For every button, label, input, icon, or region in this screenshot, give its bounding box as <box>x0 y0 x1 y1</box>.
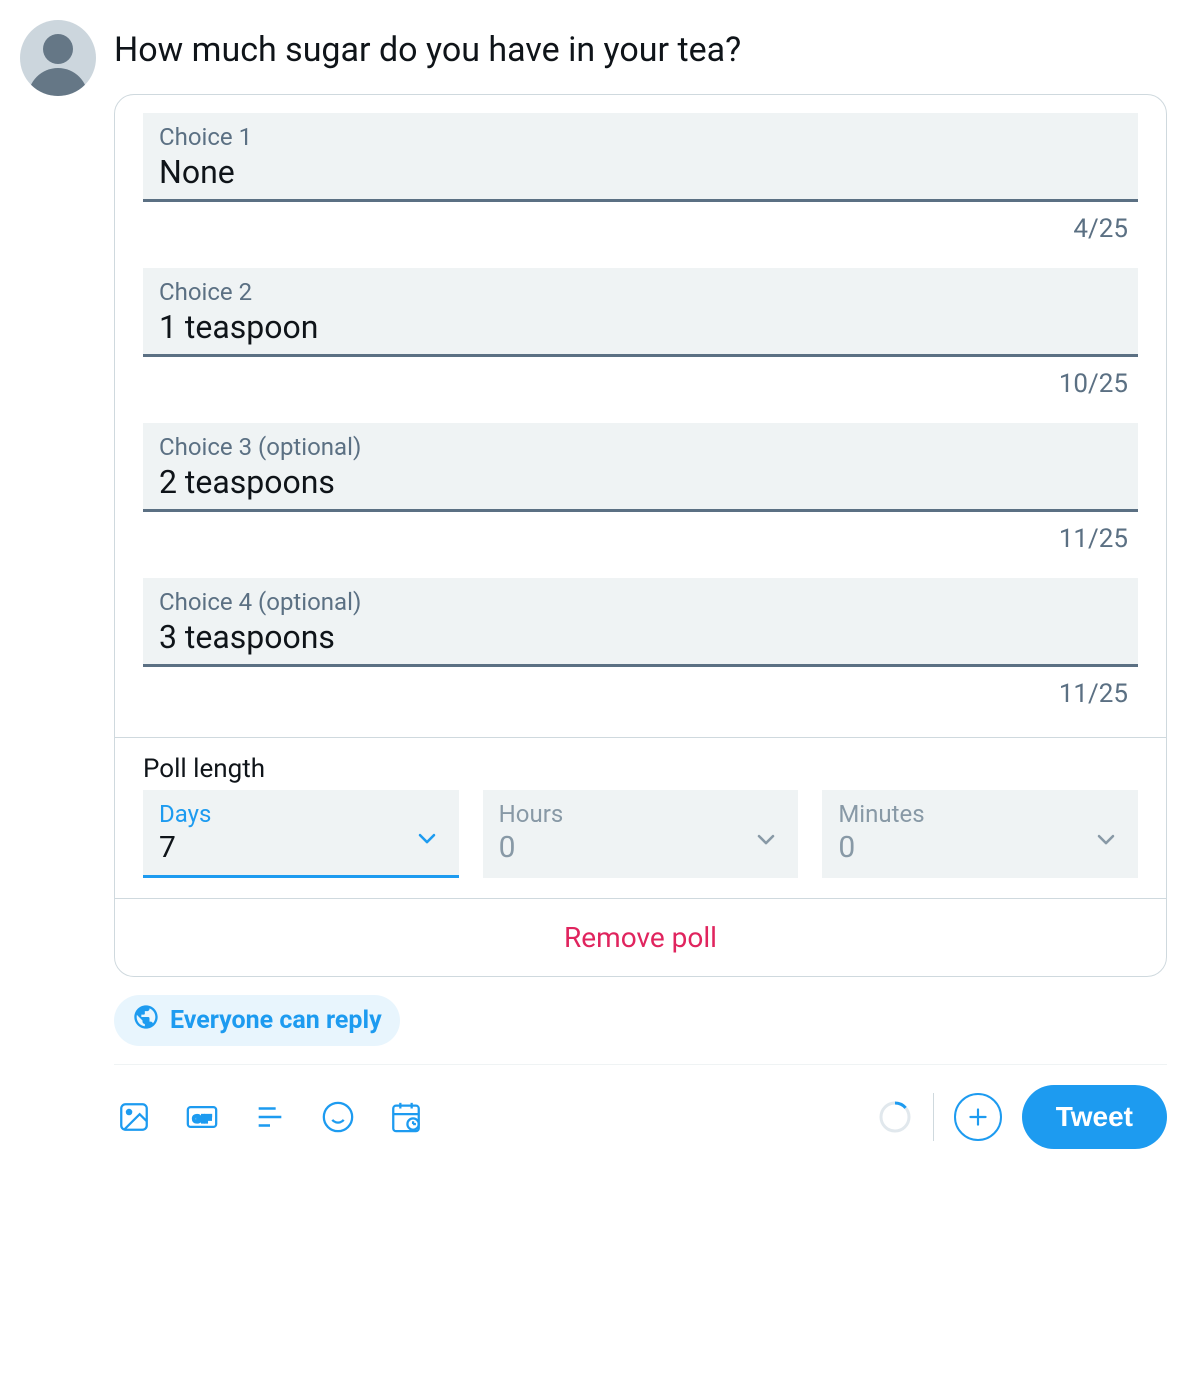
vertical-divider <box>933 1093 934 1141</box>
globe-icon <box>132 1003 160 1038</box>
reply-settings-button[interactable]: Everyone can reply <box>114 995 400 1046</box>
character-count-ring <box>877 1099 913 1135</box>
divider <box>114 1064 1167 1065</box>
composer-main: How much sugar do you have in your tea? … <box>114 20 1167 1149</box>
poll-choice-1[interactable]: Choice 1 None <box>143 113 1138 202</box>
chevron-down-icon <box>413 824 441 852</box>
add-thread-button[interactable] <box>954 1093 1002 1141</box>
image-icon[interactable] <box>114 1097 154 1137</box>
toolbar-right: Tweet <box>877 1085 1167 1149</box>
poll-choice-value: 3 teaspoons <box>159 616 1122 656</box>
poll-choice-label: Choice 4 (optional) <box>159 588 1122 616</box>
emoji-icon[interactable] <box>318 1097 358 1137</box>
poll-choice-2[interactable]: Choice 2 1 teaspoon <box>143 268 1138 357</box>
select-label: Hours <box>499 800 783 828</box>
poll-choice-counter: 11/25 <box>143 667 1138 733</box>
tweet-composer: How much sugar do you have in your tea? … <box>20 20 1167 1149</box>
poll-days-select[interactable]: Days 7 <box>143 790 459 878</box>
poll-choice-value: None <box>159 151 1122 191</box>
poll-choices: Choice 1 None 4/25 Choice 2 1 teaspoon 1… <box>115 95 1166 737</box>
poll-choice-counter: 10/25 <box>143 357 1138 423</box>
select-value: 0 <box>499 828 783 865</box>
poll-choice-counter: 11/25 <box>143 512 1138 578</box>
poll-length-section: Poll length Days 7 Hours 0 <box>115 737 1166 898</box>
avatar[interactable] <box>20 20 96 96</box>
chevron-down-icon <box>752 826 780 854</box>
select-label: Days <box>159 800 443 828</box>
chevron-down-icon <box>1092 826 1120 854</box>
poll-choice-counter: 4/25 <box>143 202 1138 268</box>
select-value: 0 <box>838 828 1122 865</box>
poll-length-selects: Days 7 Hours 0 Minutes <box>143 790 1138 878</box>
poll-choice-3[interactable]: Choice 3 (optional) 2 teaspoons <box>143 423 1138 512</box>
select-label: Minutes <box>838 800 1122 828</box>
toolbar-left: GIF <box>114 1097 426 1137</box>
poll-choice-4[interactable]: Choice 4 (optional) 3 teaspoons <box>143 578 1138 667</box>
poll-choice-value: 2 teaspoons <box>159 461 1122 501</box>
reply-settings-row: Everyone can reply <box>114 977 1167 1060</box>
poll-choice-value: 1 teaspoon <box>159 306 1122 346</box>
svg-text:GIF: GIF <box>193 1114 212 1126</box>
poll-choice-label: Choice 1 <box>159 123 1122 151</box>
poll-card: Choice 1 None 4/25 Choice 2 1 teaspoon 1… <box>114 94 1167 977</box>
schedule-icon[interactable] <box>386 1097 426 1137</box>
remove-poll-label: Remove poll <box>564 921 717 954</box>
reply-settings-label: Everyone can reply <box>170 1006 382 1035</box>
select-value: 7 <box>159 828 443 865</box>
poll-icon[interactable] <box>250 1097 290 1137</box>
poll-choice-label: Choice 2 <box>159 278 1122 306</box>
poll-choice-label: Choice 3 (optional) <box>159 433 1122 461</box>
poll-minutes-select[interactable]: Minutes 0 <box>822 790 1138 878</box>
remove-poll-button[interactable]: Remove poll <box>115 898 1166 976</box>
poll-hours-select[interactable]: Hours 0 <box>483 790 799 878</box>
tweet-button[interactable]: Tweet <box>1022 1085 1167 1149</box>
poll-length-title: Poll length <box>143 754 1138 784</box>
composer-toolbar: GIF Tweet <box>114 1081 1167 1149</box>
tweet-text-input[interactable]: How much sugar do you have in your tea? <box>114 20 1167 94</box>
gif-icon[interactable]: GIF <box>182 1097 222 1137</box>
